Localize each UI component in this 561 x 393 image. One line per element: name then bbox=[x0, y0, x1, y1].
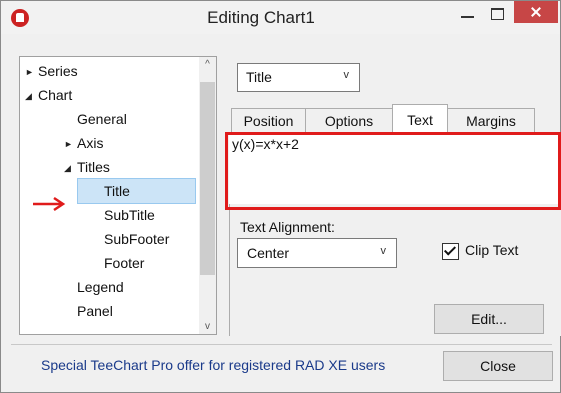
divider bbox=[11, 344, 552, 345]
tab-margins[interactable]: Margins bbox=[447, 108, 535, 133]
tree-item-label: Axis bbox=[77, 135, 104, 151]
tree-item-chart[interactable]: ◢ Chart bbox=[25, 83, 72, 107]
scroll-down-icon[interactable]: v bbox=[199, 321, 216, 332]
close-button[interactable]: Close bbox=[443, 351, 553, 381]
scroll-thumb[interactable] bbox=[200, 82, 215, 275]
tree-item-series[interactable]: ► Series bbox=[25, 59, 78, 83]
tab-bar: Position Options Text Margins bbox=[229, 104, 560, 133]
minimize-button[interactable] bbox=[453, 1, 483, 27]
tree-item-legend[interactable]: Legend bbox=[77, 275, 124, 299]
expand-arrow-icon[interactable]: ► bbox=[64, 132, 77, 156]
collapse-arrow-icon[interactable]: ◢ bbox=[25, 84, 38, 108]
tree-item-label: Panel bbox=[77, 303, 113, 319]
tree-item-general[interactable]: General bbox=[77, 107, 127, 131]
text-alignment-label: Text Alignment: bbox=[240, 219, 335, 235]
title-bar[interactable]: Editing Chart1 bbox=[1, 1, 560, 34]
tree-item-title[interactable]: Title bbox=[77, 178, 196, 204]
tree-item-label: General bbox=[77, 111, 127, 127]
tree-item-label: SubFooter bbox=[104, 231, 170, 247]
maximize-button[interactable] bbox=[483, 1, 513, 27]
tree-scrollbar[interactable]: ^ v bbox=[199, 57, 216, 334]
tab-position[interactable]: Position bbox=[231, 108, 306, 133]
chevron-down-icon[interactable]: v bbox=[344, 69, 350, 81]
text-alignment-value: Center bbox=[247, 245, 290, 261]
close-window-button[interactable] bbox=[514, 1, 558, 23]
promo-link[interactable]: Special TeeChart Pro offer for registere… bbox=[41, 357, 385, 373]
editor-window: Editing Chart1 ► Series ◢ Chart General ► A… bbox=[0, 0, 561, 393]
tree-item-subfooter[interactable]: SubFooter bbox=[104, 227, 169, 251]
collapse-arrow-icon[interactable]: ◢ bbox=[64, 156, 77, 180]
title-selector[interactable]: Title v bbox=[237, 63, 360, 92]
scroll-up-icon[interactable]: ^ bbox=[199, 59, 216, 70]
clip-text-label[interactable]: Clip Text bbox=[465, 242, 518, 258]
tree-item-label: Series bbox=[38, 63, 78, 79]
tab-text[interactable]: Text bbox=[392, 104, 448, 133]
window-title: Editing Chart1 bbox=[207, 8, 315, 27]
tree-item-axis[interactable]: ► Axis bbox=[64, 131, 103, 155]
tab-options[interactable]: Options bbox=[305, 108, 393, 133]
edit-button[interactable]: Edit... bbox=[434, 304, 544, 334]
tree-item-panel[interactable]: Panel bbox=[77, 299, 113, 323]
tree-item-titles[interactable]: ◢ Titles bbox=[64, 155, 110, 179]
highlight-frame bbox=[225, 132, 561, 210]
pointer-arrow-icon bbox=[33, 196, 66, 212]
tree-item-footer[interactable]: Footer bbox=[104, 251, 144, 275]
tree-item-label: Titles bbox=[77, 159, 110, 175]
tree-item-label: SubTitle bbox=[104, 207, 155, 223]
title-selector-value: Title bbox=[246, 69, 272, 85]
clip-text-checkbox[interactable] bbox=[442, 243, 459, 260]
tree-item-subtitle[interactable]: SubTitle bbox=[104, 203, 155, 227]
tree-item-label: Footer bbox=[104, 255, 145, 271]
text-alignment-select[interactable]: Center v bbox=[237, 238, 397, 268]
expand-arrow-icon[interactable]: ► bbox=[25, 60, 38, 84]
chevron-down-icon[interactable]: v bbox=[381, 245, 387, 257]
tree-item-label: Legend bbox=[77, 279, 124, 295]
tree-item-label: Chart bbox=[38, 87, 73, 103]
tree-item-label: Title bbox=[104, 183, 130, 199]
